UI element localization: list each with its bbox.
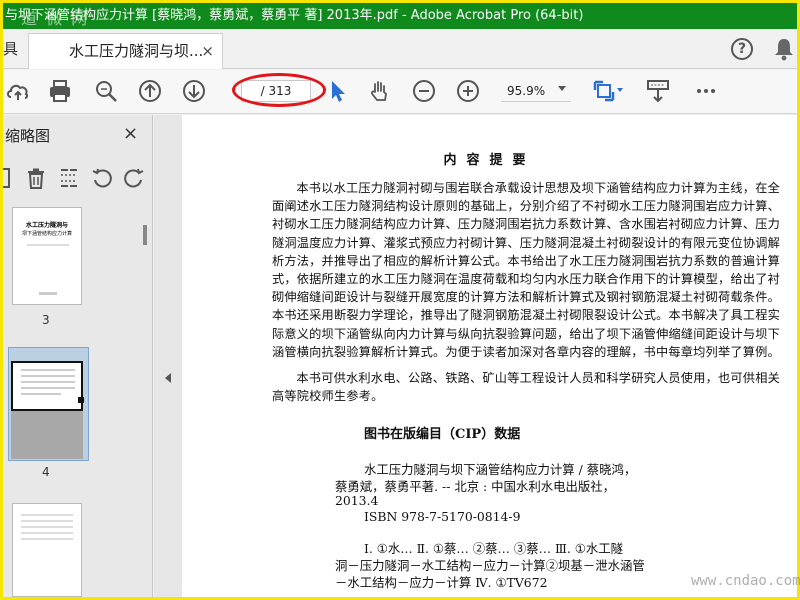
- tab-bar: 具 水工压力隧洞与坝... ×: [3, 29, 797, 69]
- thumbnail-text-line: [21, 375, 75, 377]
- thumbnail-page-5[interactable]: [12, 503, 82, 597]
- thumbnail-subtitle: 坝下涵管结构应力计算: [21, 231, 72, 237]
- thumbnail-text-line: [21, 387, 75, 389]
- thumbnail-page-3[interactable]: 水工压力隧洞与 坝下涵管结构应力计算: [12, 207, 82, 305]
- window-title-bar: 与坝下涵管结构应力计算 [蔡晓鸿，蔡勇斌，蔡勇平 著] 2013年.pdf - …: [3, 3, 797, 29]
- more-options-icon[interactable]: [693, 78, 719, 104]
- thumbnail-page-4-shaded: [11, 411, 83, 459]
- panel-title: 缩略图: [5, 127, 51, 145]
- summary-paragraph: 本书以水工压力隧洞衬砌与围岩联合承载设计思想及坝下涵管结构应力计算为主线，在全面…: [272, 181, 780, 359]
- rotate-counterclockwise-icon[interactable]: [91, 167, 113, 189]
- cip-line: 2013.4: [335, 493, 379, 508]
- site-watermark-top: 道 微 网: [21, 9, 90, 28]
- thumbnail-text-line: [21, 393, 61, 395]
- close-tab-icon[interactable]: ×: [201, 34, 214, 68]
- thumbnail-label: 3: [42, 313, 50, 327]
- upload-cloud-icon[interactable]: [5, 78, 31, 104]
- site-watermark: www.cndao.com: [691, 573, 800, 589]
- scroll-mode-icon[interactable]: [645, 78, 671, 104]
- view-box-resize-handle[interactable]: [78, 397, 84, 403]
- collapse-panel-arrow-icon[interactable]: [165, 373, 171, 383]
- fit-page-icon[interactable]: [591, 78, 617, 104]
- thumbnail-text-line: [21, 520, 73, 522]
- pdf-page: 内容提要 本书以水工压力隧洞衬砌与围岩联合承载设计思想及坝下涵管结构应力计算为主…: [182, 115, 797, 597]
- cip-line: －水工结构－应力－计算 Ⅳ. ①TV672: [335, 575, 548, 590]
- tab-document-label: 水工压力隧洞与坝...: [69, 42, 204, 60]
- thumbnail-label: 4: [42, 465, 50, 479]
- thumbnail-text-line: [21, 538, 73, 540]
- zoom-level-value: 95.9%: [507, 84, 546, 98]
- hand-tool-icon[interactable]: [367, 78, 393, 104]
- audience-paragraph: 本书可供水利水电、公路、铁路、矿山等工程设计人员和科学研究人员使用，也可供相关高…: [272, 371, 780, 404]
- zoom-search-icon[interactable]: [93, 78, 119, 104]
- main-toolbar: / 313 95.9%: [3, 70, 797, 114]
- thumbnail-title: 水工压力隧洞与: [25, 222, 68, 229]
- cip-line: 洞－压力隧洞－水工结构－应力－计算②坝基－泄水涵管: [335, 558, 645, 573]
- notification-bell-icon[interactable]: [773, 37, 795, 61]
- cip-line: ISBN 978-7-5170-0814-9: [364, 509, 521, 524]
- rotate-clockwise-icon[interactable]: [123, 167, 145, 189]
- help-icon[interactable]: ?: [731, 38, 753, 60]
- tab-tools-fragment[interactable]: 具: [3, 29, 18, 69]
- document-viewer[interactable]: 内容提要 本书以水工压力隧洞衬砌与围岩联合承载设计思想及坝下涵管结构应力计算为主…: [154, 115, 797, 597]
- cip-line: Ⅰ. ①水… Ⅱ. ①蔡… ②蔡… ③蔡… Ⅲ. ①水工隧: [364, 541, 624, 556]
- thumbnail-text-line: [21, 369, 75, 371]
- page-heading: 内容提要: [443, 153, 536, 168]
- thumbnail-publisher-line: [39, 292, 57, 295]
- close-panel-icon[interactable]: ×: [123, 123, 138, 144]
- chevron-down-icon[interactable]: [558, 86, 566, 91]
- highlight-annotation: [232, 73, 326, 107]
- zoom-out-icon[interactable]: [411, 78, 437, 104]
- thumbnail-text-line: [21, 526, 73, 528]
- zoom-level-dropdown[interactable]: 95.9%: [501, 80, 571, 102]
- window-title: 与坝下涵管结构应力计算 [蔡晓鸿，蔡勇斌，蔡勇平 著] 2013年.pdf - …: [5, 8, 584, 23]
- extract-page-icon[interactable]: [58, 167, 80, 189]
- previous-page-icon[interactable]: [137, 78, 163, 104]
- next-page-icon[interactable]: [181, 78, 207, 104]
- thumbnail-author-line: [27, 244, 69, 246]
- fit-options-chevron-icon[interactable]: [617, 88, 623, 92]
- delete-page-icon[interactable]: [25, 167, 47, 189]
- thumbnail-text-line: [21, 381, 75, 383]
- print-icon[interactable]: [47, 78, 73, 104]
- thumbnail-scrollbar[interactable]: [143, 225, 147, 245]
- tab-document[interactable]: 水工压力隧洞与坝... ×: [28, 33, 223, 69]
- thumbnail-text-line: [21, 532, 73, 534]
- thumbnail-text-line: [21, 514, 73, 516]
- cip-line: 水工压力隧洞与坝下涵管结构应力计算 / 蔡晓鸿，: [364, 462, 637, 477]
- zoom-in-icon[interactable]: [455, 78, 481, 104]
- thumbnail-page-4[interactable]: [11, 361, 84, 411]
- cip-heading: 图书在版编目（CIP）数据: [364, 427, 521, 442]
- thumbnail-options-icon[interactable]: [3, 167, 25, 189]
- select-cursor-icon[interactable]: [325, 78, 351, 104]
- thumbnail-panel: 缩略图 × 水工压力隧洞与 坝下涵管结构应力计算 3 4: [3, 115, 153, 597]
